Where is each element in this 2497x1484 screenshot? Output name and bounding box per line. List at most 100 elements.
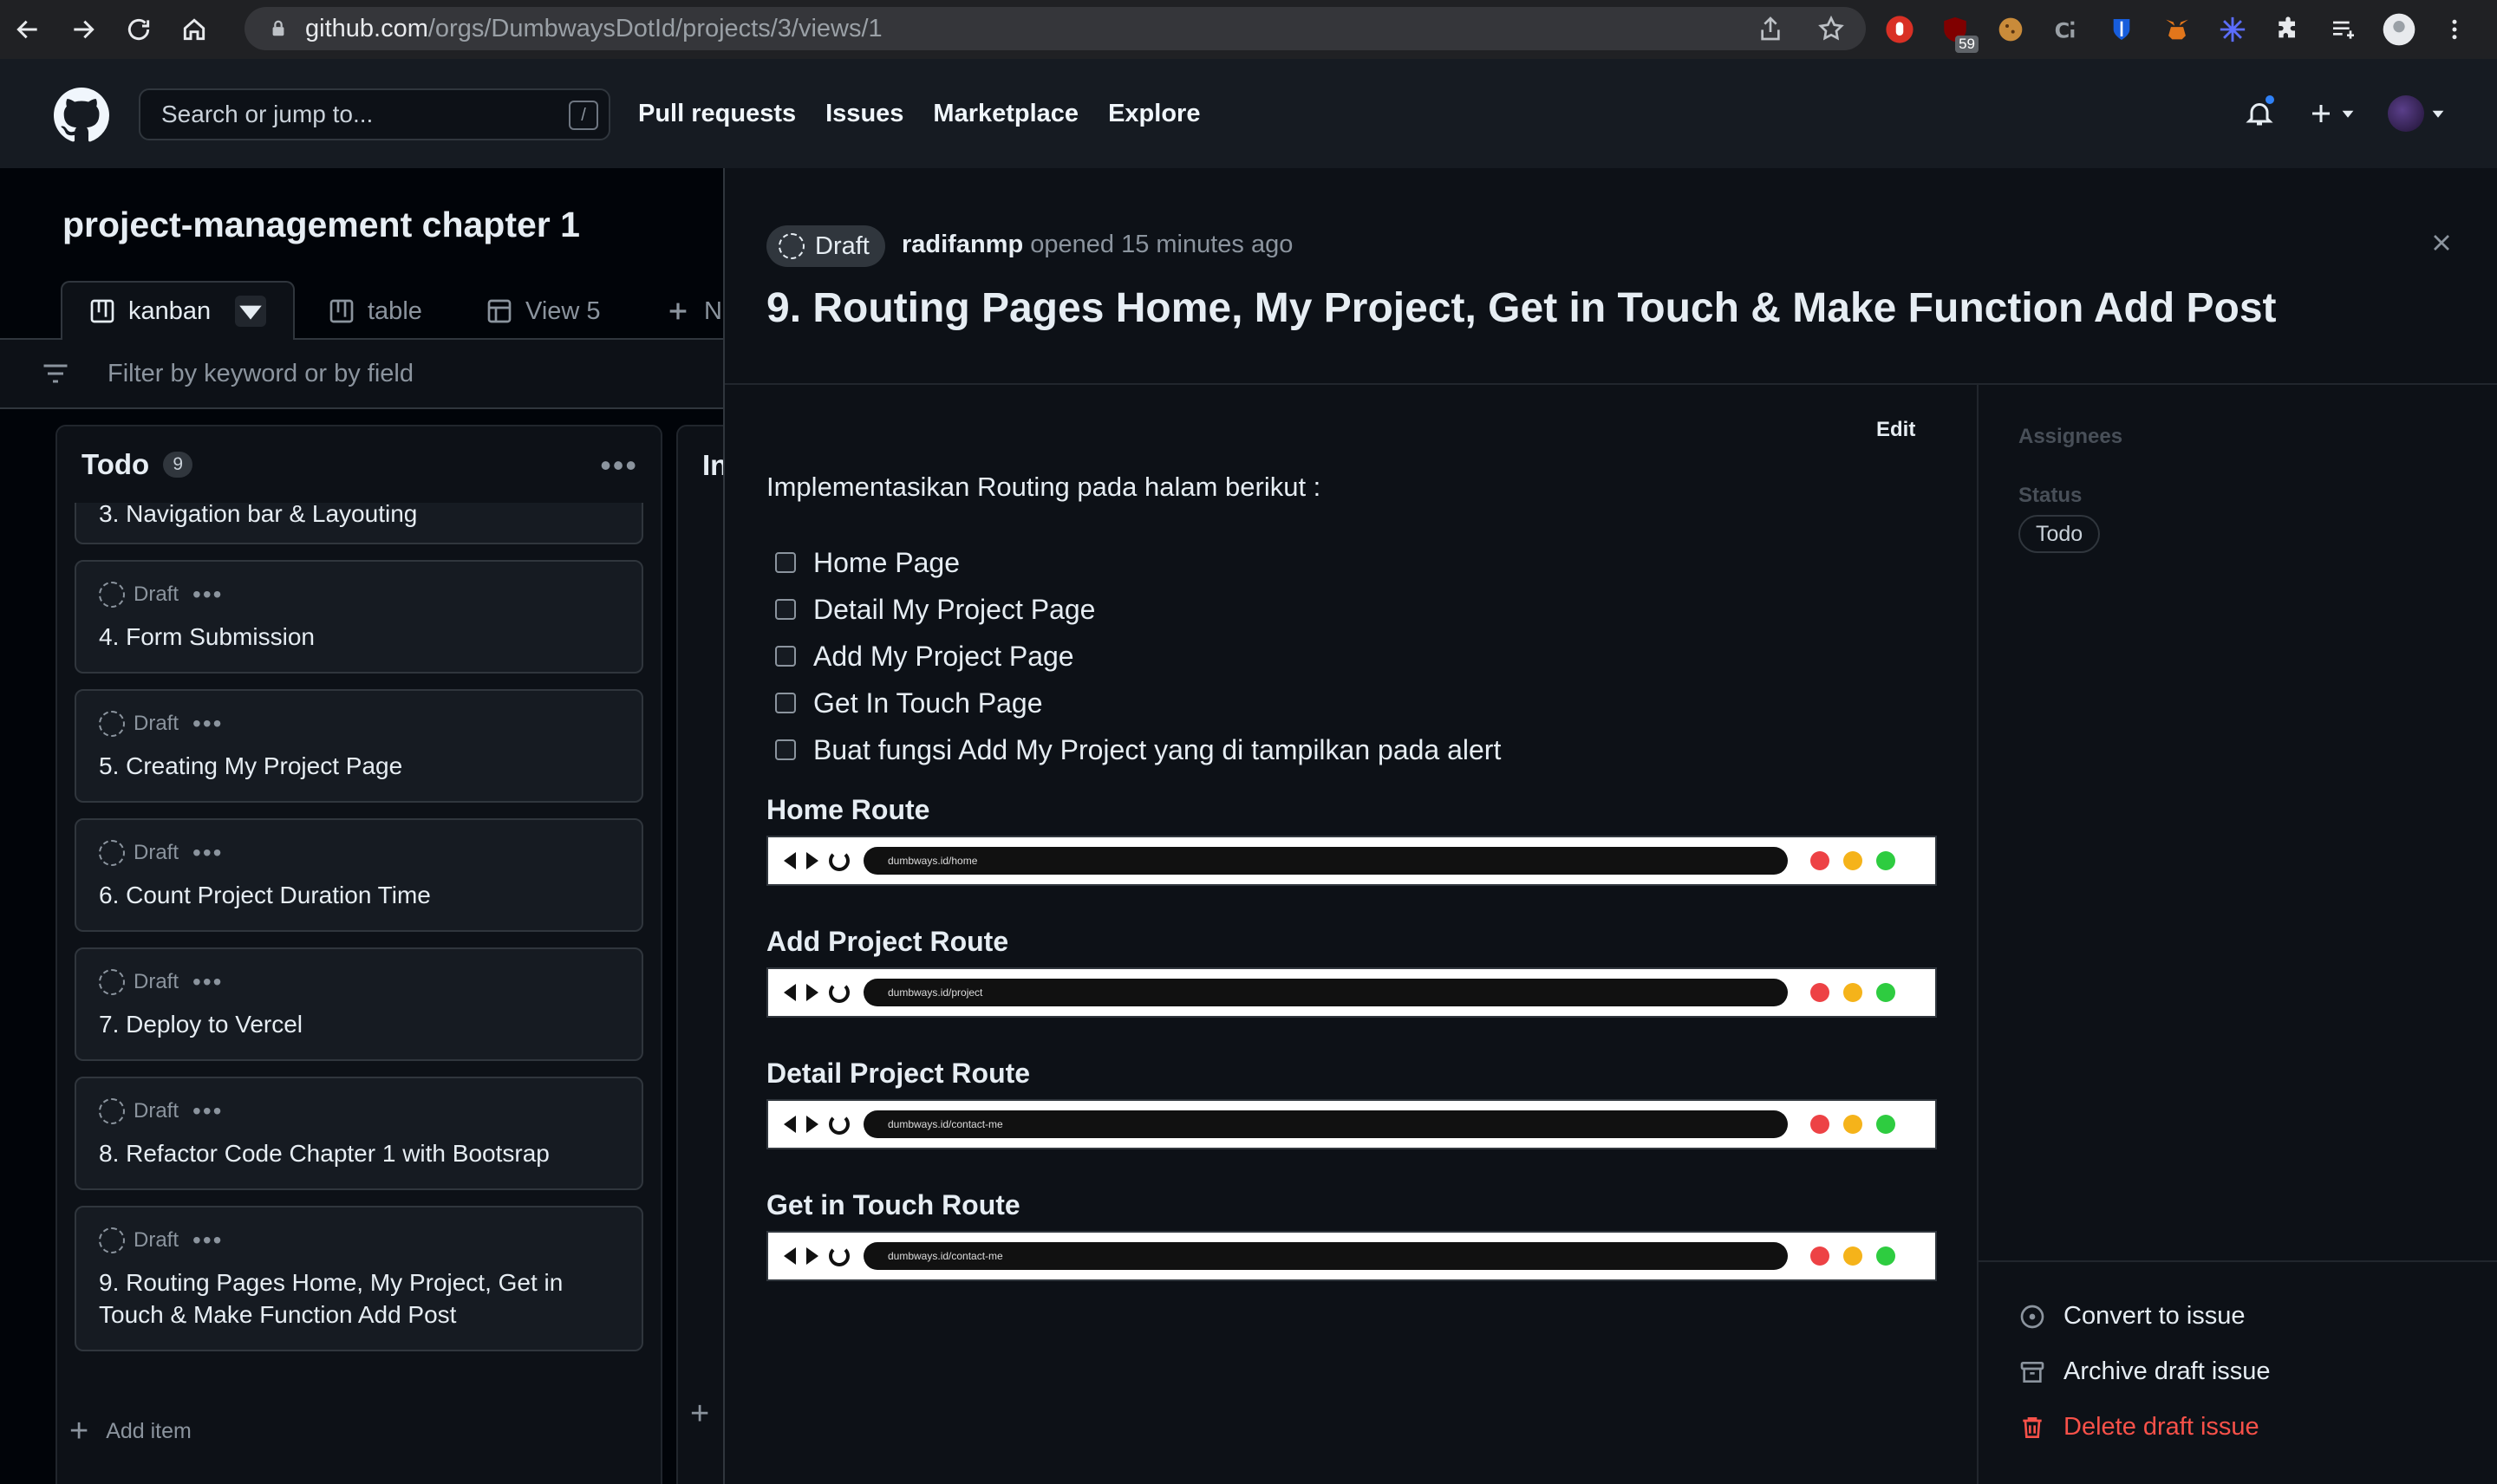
- filter-input[interactable]: Filter by keyword or by field: [0, 340, 723, 409]
- opened-by-line: radifanmp opened 15 minutes ago: [902, 231, 1293, 259]
- notifications-bell-icon[interactable]: [2244, 93, 2277, 129]
- card-title[interactable]: 5. Creating My Project Page: [99, 750, 619, 782]
- add-item-button[interactable]: + Add item: [69, 1413, 192, 1450]
- card-title[interactable]: 7. Deploy to Vercel: [99, 1008, 619, 1040]
- add-item-plus-icon[interactable]: +: [690, 1396, 709, 1433]
- delete-draft-label: Delete draft issue: [2063, 1413, 2259, 1441]
- card-title[interactable]: 9. Routing Pages Home, My Project, Get i…: [99, 1266, 619, 1331]
- card-menu-icon[interactable]: •••: [192, 1097, 223, 1125]
- sidebar-divider: [1979, 1260, 2497, 1262]
- nav-pull-requests[interactable]: Pull requests: [638, 100, 796, 128]
- task-checkbox[interactable]: [775, 739, 796, 760]
- view-tabs: kanban table View 5 N: [0, 281, 723, 342]
- card-title[interactable]: 8. Refactor Code Chapter 1 with Bootsrap: [99, 1137, 619, 1169]
- home-icon[interactable]: [166, 0, 222, 59]
- task-checkbox[interactable]: [775, 599, 796, 620]
- author-link[interactable]: radifanmp: [902, 231, 1023, 258]
- status-badge[interactable]: Todo: [2018, 515, 2101, 553]
- card-menu-icon[interactable]: •••: [192, 839, 223, 867]
- card-draft-label: Draft: [134, 583, 179, 606]
- task-checkbox[interactable]: [775, 552, 796, 573]
- forward-icon: [806, 1247, 818, 1265]
- ublock-extension-icon[interactable]: 59: [1937, 11, 1979, 53]
- nav-issues[interactable]: Issues: [825, 100, 903, 128]
- card-menu-icon[interactable]: •••: [192, 581, 223, 609]
- draft-icon: [99, 1098, 125, 1124]
- card-title[interactable]: 6. Count Project Duration Time: [99, 879, 619, 911]
- github-logo-icon[interactable]: [54, 88, 109, 143]
- card-draft-label: Draft: [134, 970, 179, 993]
- task-checkbox[interactable]: [775, 693, 796, 713]
- archive-draft-label: Archive draft issue: [2063, 1357, 2271, 1385]
- draft-icon: [99, 840, 125, 866]
- forward-arrow-icon[interactable]: [55, 0, 111, 59]
- adblock-extension-icon[interactable]: [1881, 11, 1918, 48]
- status-label[interactable]: Status: [2018, 484, 2082, 508]
- task-checkbox[interactable]: [775, 646, 796, 667]
- draft-icon: [99, 711, 125, 737]
- search-input[interactable]: Search or jump to... /: [139, 88, 610, 140]
- board-card[interactable]: Draft ••• 5. Creating My Project Page: [75, 689, 643, 803]
- archive-draft-button[interactable]: Archive draft issue: [2018, 1357, 2271, 1386]
- reload-icon: [829, 982, 850, 1003]
- tab-kanban[interactable]: kanban: [61, 281, 295, 342]
- cookie-extension-icon[interactable]: [1992, 11, 2029, 48]
- column-menu-icon[interactable]: •••: [600, 447, 638, 484]
- bitwarden-extension-icon[interactable]: [2103, 11, 2140, 48]
- assignees-label[interactable]: Assignees: [2018, 425, 2122, 449]
- snowflake-extension-icon[interactable]: [2214, 11, 2251, 48]
- card-title[interactable]: 4. Form Submission: [99, 621, 619, 653]
- filter-placeholder: Filter by keyword or by field: [108, 359, 414, 387]
- reload-icon[interactable]: [111, 0, 166, 59]
- view-options-caret[interactable]: [235, 296, 267, 327]
- archive-icon: [2020, 1361, 2044, 1383]
- card-menu-icon[interactable]: •••: [192, 710, 223, 738]
- tab-label: kanban: [128, 296, 212, 325]
- edit-button[interactable]: Edit: [1876, 418, 1915, 442]
- profile-avatar-icon[interactable]: [2381, 11, 2417, 48]
- route-image-get-in-touch: dumbways.id/contact-me: [766, 1231, 1937, 1281]
- back-icon: [784, 1116, 796, 1133]
- card-menu-icon[interactable]: •••: [192, 968, 223, 996]
- column-todo: Todo 9 ••• 3. Navigation bar & Layouting…: [55, 425, 662, 1484]
- forward-icon: [806, 1116, 818, 1133]
- minimize-dot-icon: [1843, 983, 1862, 1002]
- code-extension-icon[interactable]: C: [2048, 11, 2084, 48]
- board-card[interactable]: Draft ••• 4. Form Submission: [75, 560, 643, 674]
- board-card[interactable]: Draft ••• 7. Deploy to Vercel: [75, 947, 643, 1061]
- board-card[interactable]: Draft ••• 6. Count Project Duration Time: [75, 818, 643, 932]
- board-card[interactable]: Draft ••• 8. Refactor Code Chapter 1 with…: [75, 1077, 643, 1190]
- convert-to-issue-button[interactable]: Convert to issue: [2018, 1302, 2246, 1331]
- card-menu-icon[interactable]: •••: [192, 1227, 223, 1254]
- column-in-progress: In +: [676, 425, 723, 1484]
- tab-label: View 5: [525, 296, 601, 325]
- create-new-dropdown[interactable]: [2308, 101, 2355, 127]
- card-draft-label: Draft: [134, 712, 179, 735]
- route-image-detail-project: dumbways.id/contact-me: [766, 1099, 1937, 1149]
- nav-explore[interactable]: Explore: [1108, 100, 1200, 128]
- tab-new-view[interactable]: N: [664, 281, 722, 342]
- reading-list-icon[interactable]: [2325, 11, 2362, 48]
- draft-icon: [779, 233, 805, 259]
- project-title: project-management chapter 1: [62, 205, 580, 244]
- user-menu-dropdown[interactable]: [2388, 95, 2445, 132]
- bookmark-star-icon[interactable]: [1817, 15, 1845, 42]
- metamask-extension-icon[interactable]: [2159, 11, 2195, 48]
- tab-view-5[interactable]: View 5: [486, 281, 601, 342]
- close-icon[interactable]: [2428, 229, 2455, 257]
- task-label: Home Page: [813, 546, 960, 578]
- nav-marketplace[interactable]: Marketplace: [933, 100, 1079, 128]
- puzzle-extensions-icon[interactable]: [2270, 11, 2306, 48]
- board-card-selected[interactable]: Draft ••• 9. Routing Pages Home, My Proje…: [75, 1206, 643, 1351]
- minimize-dot-icon: [1843, 851, 1862, 870]
- address-bar[interactable]: github.com/orgs/DumbwaysDotId/projects/3…: [244, 7, 1866, 50]
- maximize-dot-icon: [1876, 851, 1895, 870]
- card-draft-label: Draft: [134, 841, 179, 864]
- tab-table[interactable]: table: [328, 281, 422, 342]
- share-icon[interactable]: [1757, 15, 1784, 42]
- browser-menu-icon[interactable]: [2436, 11, 2473, 48]
- back-arrow-icon[interactable]: [0, 0, 55, 59]
- delete-draft-button[interactable]: Delete draft issue: [2018, 1413, 2259, 1442]
- route-image-home: dumbways.id/home: [766, 836, 1937, 886]
- draft-icon: [99, 582, 125, 608]
